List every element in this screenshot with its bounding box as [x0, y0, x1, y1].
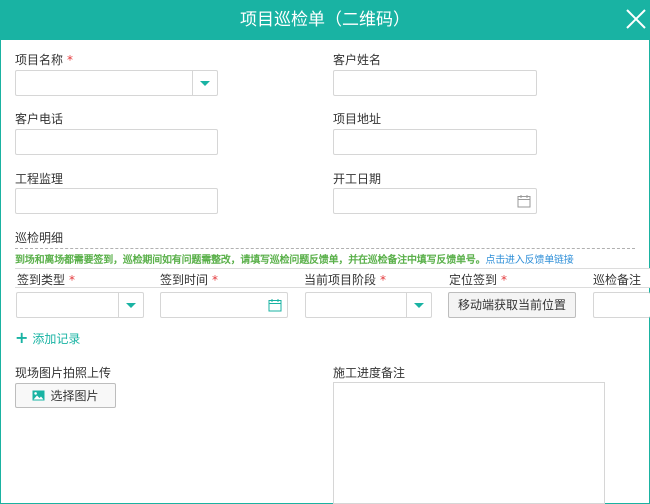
- close-button[interactable]: [623, 6, 649, 32]
- add-record-label: 添加记录: [32, 331, 81, 346]
- dialog-title: 项目巡检单（二维码）: [240, 10, 410, 30]
- inspection-notice: 到场和离场都需要签到，巡检期间如有问题需整改，请填写巡检问题反馈单，并在巡检备注…: [15, 255, 574, 266]
- feedback-link[interactable]: 点击进入反馈单链接: [485, 255, 573, 266]
- column-header-location: 定位签到 *: [449, 273, 508, 287]
- inspection-section-title: 巡检明细: [15, 231, 64, 245]
- section-divider: [15, 248, 635, 249]
- project-name-select[interactable]: [15, 70, 218, 96]
- customer-phone-input[interactable]: [15, 129, 218, 155]
- column-header-remark: 巡检备注: [593, 273, 642, 287]
- close-icon: [626, 9, 646, 29]
- select-image-label: 选择图片: [50, 389, 99, 403]
- chevron-down-icon[interactable]: [200, 81, 210, 86]
- start-date-input[interactable]: [333, 188, 537, 214]
- start-date-label: 开工日期: [333, 172, 382, 186]
- get-location-button[interactable]: 移动端获取当前位置: [448, 292, 576, 318]
- plus-icon: +: [15, 328, 29, 347]
- column-header-checkin-time: 签到时间 *: [160, 273, 219, 287]
- progress-notes-label: 施工进度备注: [333, 366, 406, 380]
- remark-input[interactable]: [593, 292, 650, 318]
- calendar-icon[interactable]: [517, 194, 531, 208]
- select-image-button[interactable]: 选择图片: [15, 383, 116, 408]
- customer-name-label: 客户姓名: [333, 53, 382, 67]
- customer-phone-label: 客户电话: [15, 112, 64, 126]
- dropdown-separator: [118, 293, 119, 317]
- checkin-type-select[interactable]: [16, 292, 144, 318]
- supervisor-input[interactable]: [15, 188, 218, 214]
- required-mark: *: [67, 53, 74, 67]
- inspection-table-header: 签到类型 * 签到时间 * 当前项目阶段 * 定位签到 * 巡检备注: [15, 268, 650, 288]
- photos-label: 现场图片拍照上传: [15, 366, 112, 380]
- add-record-button[interactable]: + 添加记录: [15, 329, 80, 347]
- project-address-label: 项目地址: [333, 112, 382, 126]
- column-header-checkin-type: 签到类型 *: [17, 273, 76, 287]
- project-name-label: 项目名称 *: [15, 53, 74, 67]
- dialog-header: 项目巡检单（二维码）: [0, 0, 650, 40]
- customer-name-input[interactable]: [333, 70, 537, 96]
- progress-notes-textarea[interactable]: [333, 382, 605, 504]
- project-address-input[interactable]: [333, 129, 537, 155]
- supervisor-label: 工程监理: [15, 172, 64, 186]
- project-stage-select[interactable]: [305, 292, 432, 318]
- dropdown-separator: [406, 293, 407, 317]
- chevron-down-icon[interactable]: [414, 303, 424, 308]
- column-header-project-stage: 当前项目阶段 *: [304, 273, 387, 287]
- chevron-down-icon[interactable]: [126, 303, 136, 308]
- calendar-icon[interactable]: [268, 298, 282, 312]
- dropdown-separator: [192, 71, 193, 95]
- checkin-time-input[interactable]: [160, 292, 288, 318]
- image-icon: [32, 390, 45, 401]
